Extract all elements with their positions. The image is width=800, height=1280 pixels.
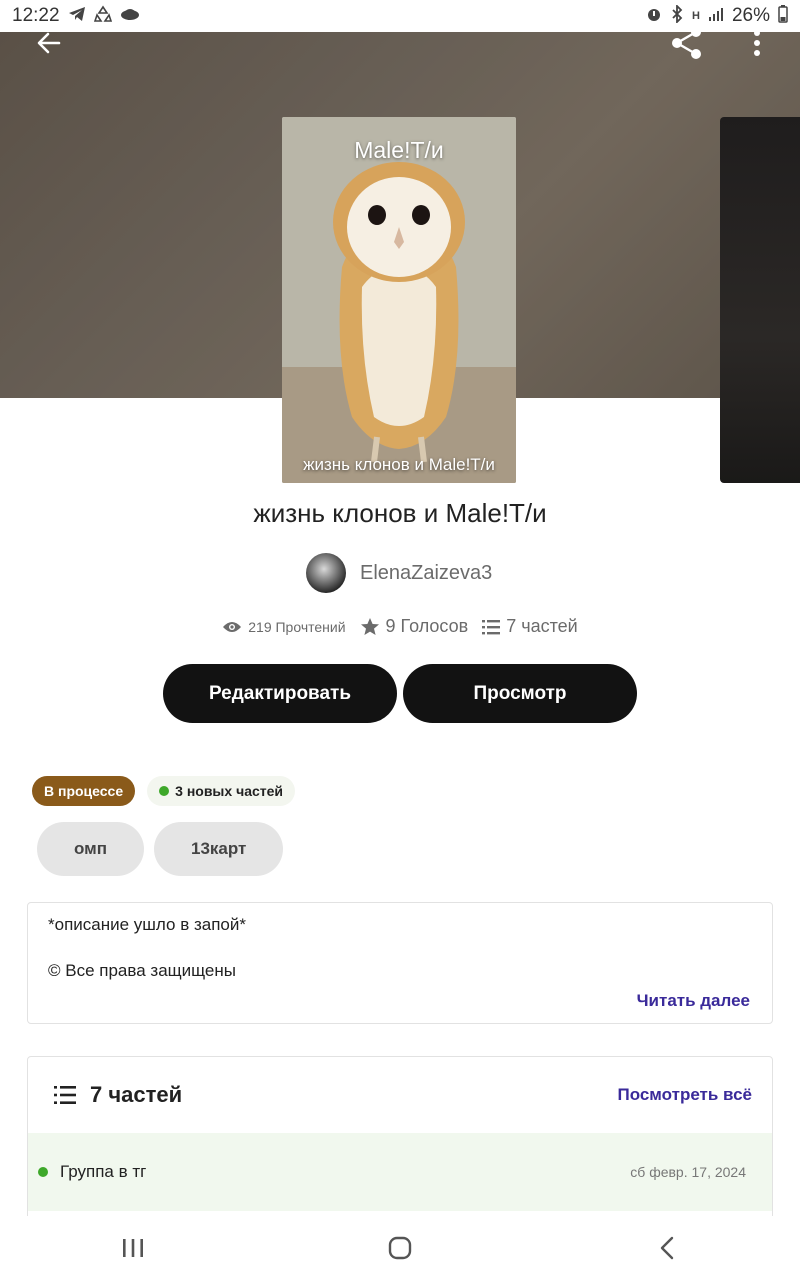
- cover-bottom-text: жизнь клонов и Male!Т/и: [303, 455, 495, 474]
- action-buttons: Редактировать Просмотр: [163, 664, 637, 723]
- story-cover[interactable]: Male!Т/и жизнь клонов и Male!Т/и: [282, 117, 516, 483]
- avatar: [306, 553, 346, 593]
- votes-count: 9 Голосов: [385, 616, 469, 636]
- system-back-button[interactable]: [627, 1218, 707, 1278]
- part-title: Группа в тг: [60, 1162, 147, 1181]
- parts-header: 7 частей Посмотреть всё: [28, 1057, 772, 1133]
- parts-count: 7 частей: [506, 616, 578, 636]
- share-icon: [672, 27, 701, 59]
- arrow-left-icon: [37, 32, 61, 54]
- eye-icon: [223, 621, 242, 632]
- description-card: *описание ушло в запой* © Все права защи…: [27, 902, 773, 1024]
- copyright-line: © Все права защищены: [48, 961, 236, 980]
- owl-cover-image: [282, 117, 516, 483]
- view-all-link[interactable]: Посмотреть всё: [617, 1085, 752, 1105]
- home-button[interactable]: [360, 1218, 440, 1278]
- list-icon: [54, 1086, 76, 1104]
- list-item[interactable]: Группа в тг сб февр. 17, 2024: [28, 1133, 772, 1211]
- star-icon: [360, 617, 379, 635]
- recent-apps-button[interactable]: [93, 1218, 173, 1278]
- story-stats: 219 Прочтений 9 Голосов 7 частей: [0, 616, 800, 637]
- parts-card: 7 частей Посмотреть всё Группа в тг сб ф…: [27, 1056, 773, 1236]
- reads-count: 219 Прочтений: [248, 618, 346, 635]
- system-nav-bar: [0, 1216, 800, 1280]
- new-part-dot-icon: [38, 1167, 48, 1177]
- tag-chip[interactable]: 13карт: [154, 822, 284, 876]
- parts-title: 7 частей: [54, 1082, 182, 1108]
- share-button[interactable]: [662, 18, 712, 68]
- parts-title-text: 7 частей: [90, 1082, 183, 1107]
- cloud-icon: [120, 7, 140, 26]
- author-name: ElenaZaizeva3: [360, 561, 493, 584]
- green-dot-icon: [159, 786, 170, 796]
- recent-apps-icon: [123, 1239, 144, 1257]
- tag-list: омп 13карт: [37, 822, 284, 876]
- read-more-link[interactable]: Читать далее: [637, 991, 750, 1011]
- edit-button[interactable]: Редактировать: [163, 664, 397, 723]
- home-icon: [388, 1236, 412, 1260]
- part-date: сб февр. 17, 2024: [630, 1164, 746, 1180]
- new-parts-badge: 3 новых частей: [147, 776, 296, 806]
- recycle-icon: [93, 5, 112, 28]
- story-title: жизнь клонов и Male!Т/и: [253, 498, 547, 528]
- author-link[interactable]: ElenaZaizeva3: [306, 553, 492, 593]
- back-button[interactable]: [24, 18, 74, 68]
- list-icon: [482, 619, 501, 634]
- new-parts-label: 3 новых частей: [175, 783, 284, 799]
- next-cover-thumbnail[interactable]: [720, 117, 800, 483]
- status-badge: В процессе: [32, 776, 136, 806]
- preview-button[interactable]: Просмотр: [403, 664, 637, 723]
- tag-chip[interactable]: омп: [37, 822, 145, 876]
- back-icon: [660, 1236, 673, 1260]
- reads-stat: 219 Прочтений: [222, 618, 346, 635]
- status-badges: В процессе 3 новых частей: [32, 776, 296, 806]
- parts-stat: 7 частей: [482, 616, 578, 637]
- alarm-icon: [646, 6, 662, 27]
- description-line: *описание ушло в запой*: [48, 915, 246, 934]
- cover-top-text: Male!Т/и: [354, 137, 444, 163]
- more-vertical-icon: [754, 30, 760, 56]
- more-options-button[interactable]: [732, 18, 782, 68]
- votes-stat: 9 Голосов: [360, 616, 469, 637]
